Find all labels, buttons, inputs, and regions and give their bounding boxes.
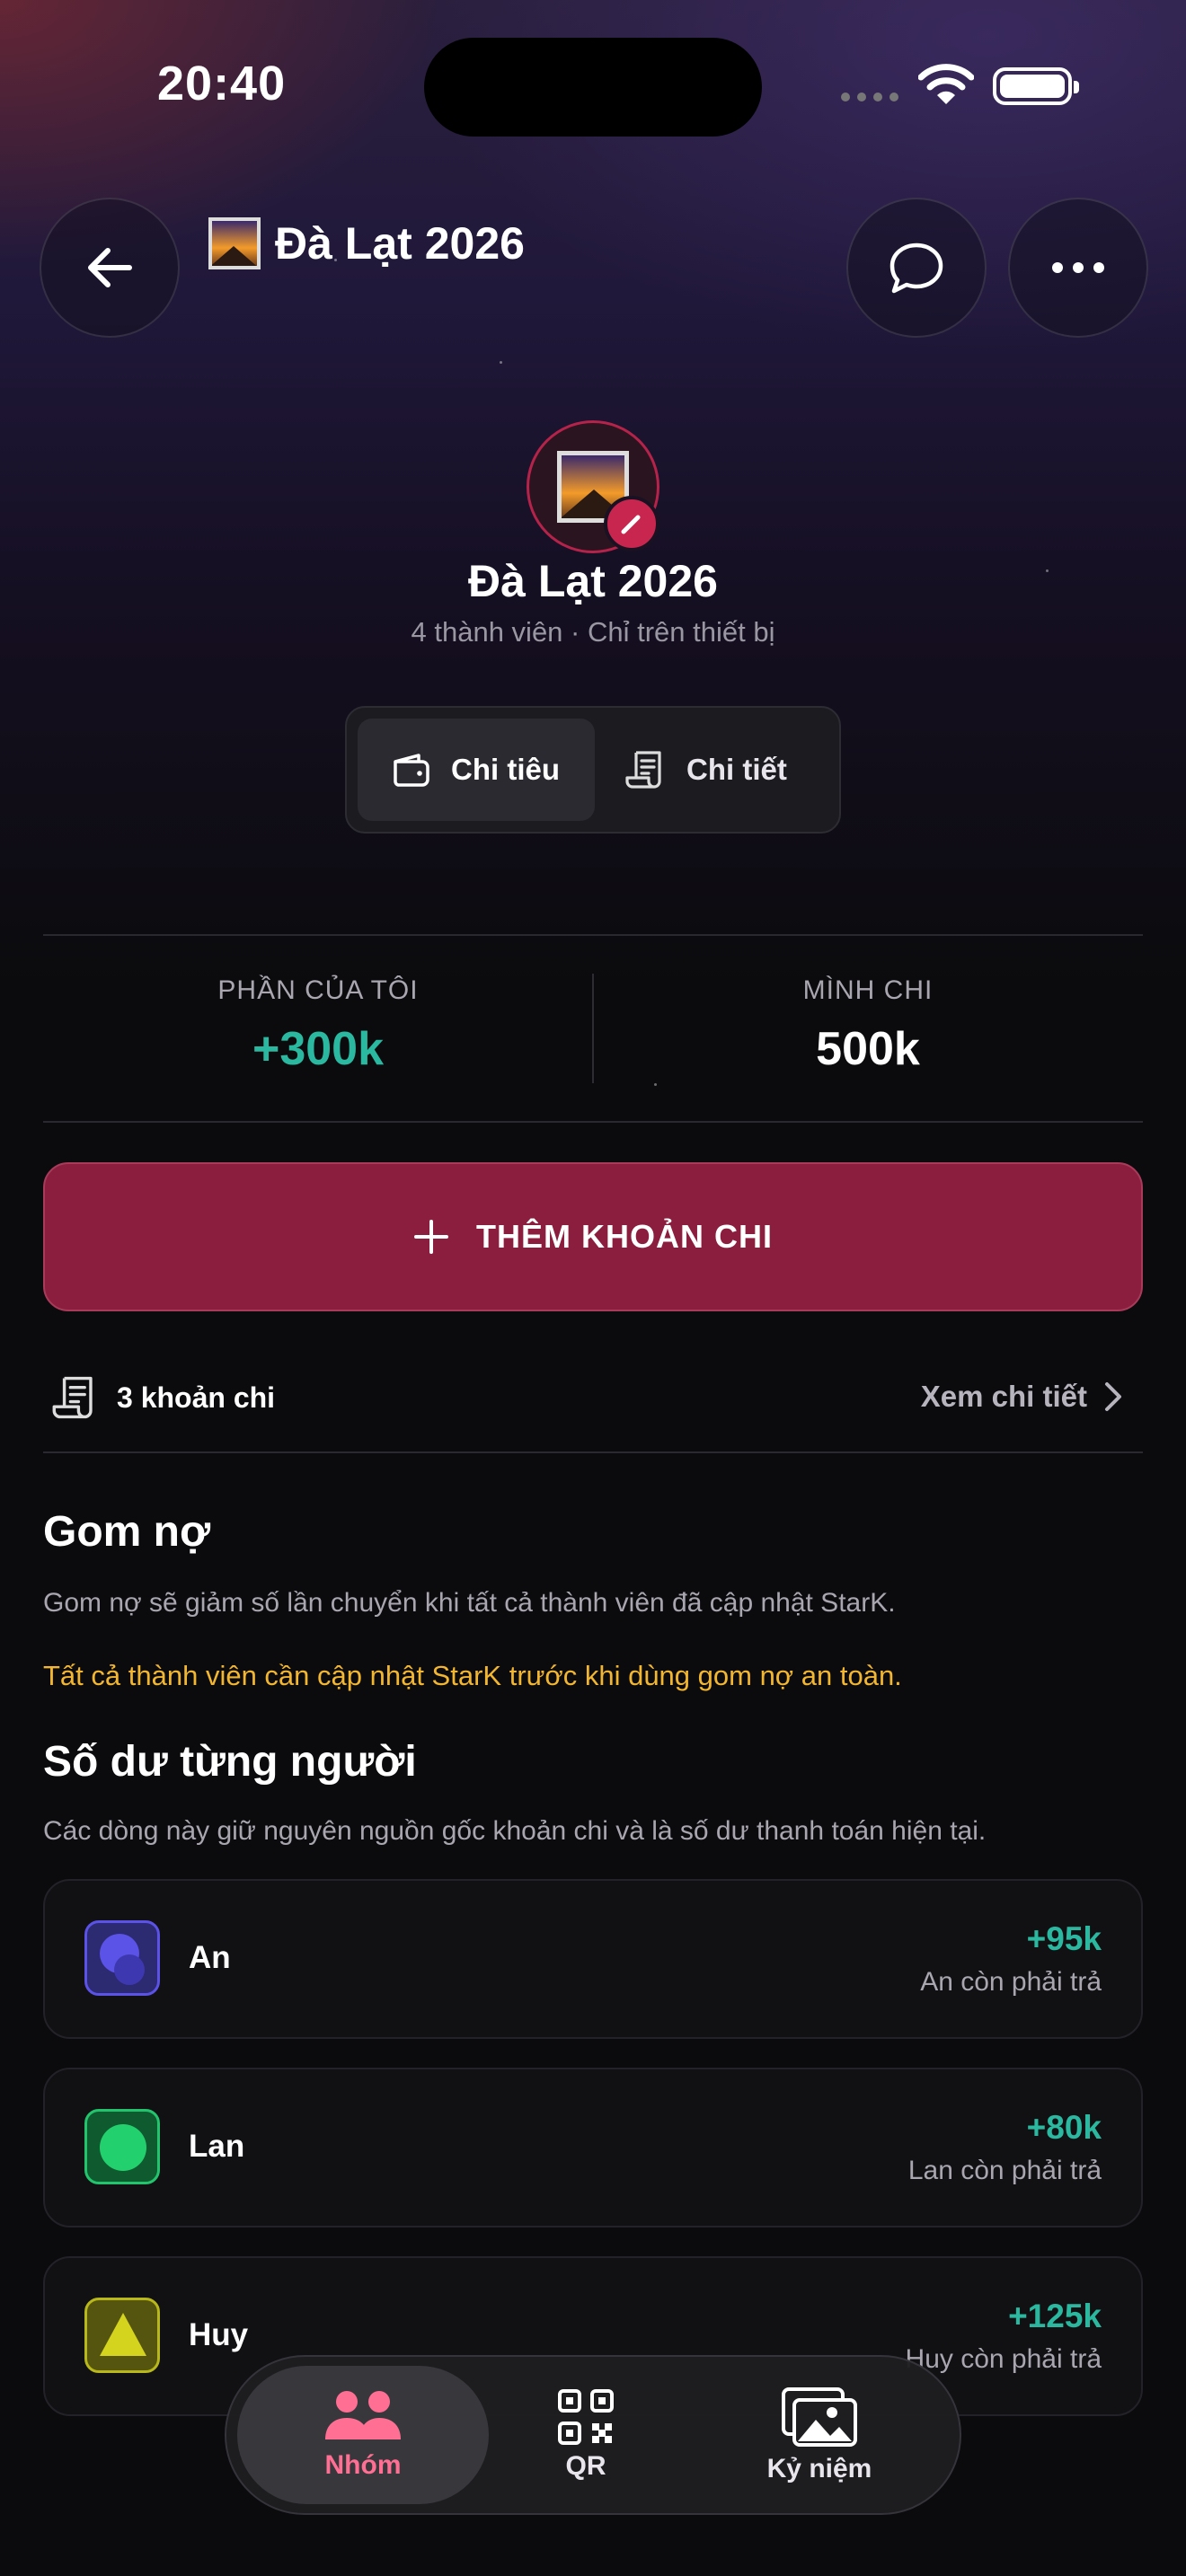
tab-group[interactable]: Nhóm [237, 2366, 489, 2504]
balances-description: Các dòng này giữ nguyên nguồn gốc khoản … [43, 1816, 987, 1846]
qr-code-icon [558, 2389, 614, 2445]
tab-memories[interactable]: Kỷ niệm [712, 2366, 927, 2504]
edit-avatar-button[interactable] [604, 496, 659, 551]
dynamic-island [424, 38, 762, 137]
member-name: Lan [189, 2129, 245, 2164]
see-details-label: Xem chi tiết [920, 1380, 1087, 1413]
header-title-group: Đà Lạt 2026 [208, 217, 525, 269]
member-name: An [189, 1940, 231, 1975]
group-subtitle: 4 thành viên · Chỉ trên thiết bị [411, 616, 775, 648]
my-share-label: PHẦN CỦA TÔI [217, 975, 419, 1005]
arrow-left-icon [88, 248, 132, 287]
member-amount: +95k [1026, 1920, 1102, 1957]
my-share-stat: PHẦN CỦA TÔI +300k [43, 975, 593, 1076]
divider [43, 1451, 1143, 1453]
ellipsis-icon [1052, 262, 1104, 273]
tab-qr[interactable]: QR [514, 2366, 658, 2504]
member-note: Lan còn phải trả [907, 2156, 1102, 2185]
see-details-link[interactable]: Xem chi tiết [921, 1380, 1123, 1414]
member-note: Huy còn phải trả [905, 2344, 1102, 2374]
chat-bubble-icon [890, 243, 943, 294]
member-amount: +125k [1008, 2298, 1102, 2334]
status-time: 20:40 [157, 57, 287, 110]
member-avatar [84, 2298, 160, 2373]
receipt-icon [52, 1376, 93, 1419]
member-amount: +80k [1026, 2109, 1102, 2146]
i-paid-value: 500k [816, 1023, 920, 1075]
wallet-icon [394, 754, 429, 787]
segment-details[interactable]: Chi tiết [625, 719, 823, 821]
wifi-icon [918, 64, 974, 104]
receipt-icon [625, 751, 661, 789]
member-note: An còn phải trả [920, 1967, 1102, 1997]
cellular-signal-icon [841, 93, 898, 101]
battery-icon [993, 67, 1079, 105]
pencil-icon [621, 515, 641, 534]
picture-icon [208, 217, 261, 269]
chevron-right-icon [1105, 1382, 1121, 1411]
header-title: Đà Lạt 2026 [275, 218, 525, 269]
consolidate-description: Gom nợ sẽ giảm số lần chuyển khi tất cả … [43, 1588, 896, 1618]
segment-expenses[interactable]: Chi tiêu [358, 719, 595, 821]
segment-expenses-label: Chi tiêu [451, 753, 560, 786]
add-expense-label: THÊM KHOẢN CHI [476, 1218, 773, 1255]
segment-details-label: Chi tiết [686, 753, 787, 786]
photos-icon [782, 2387, 857, 2447]
tab-qr-label: QR [565, 2451, 606, 2481]
tab-group-label: Nhóm [324, 2450, 402, 2480]
plus-icon [414, 1220, 448, 1254]
i-paid-label: MÌNH CHI [802, 975, 934, 1005]
balances-title: Số dư từng người [43, 1738, 417, 1786]
member-avatar [84, 2109, 160, 2184]
group-icon [325, 2391, 401, 2439]
expense-count: 3 khoản chi [52, 1374, 275, 1421]
view-segmented-control: Chi tiêu Chi tiết [345, 706, 841, 834]
member-avatar [84, 1920, 160, 1996]
add-expense-button[interactable]: THÊM KHOẢN CHI [43, 1162, 1143, 1311]
member-balance-card[interactable]: Lan +80k Lan còn phải trả [43, 2068, 1143, 2228]
member-name: Huy [189, 2317, 249, 2352]
consolidate-warning: Tất cả thành viên cần cập nhật StarK trư… [43, 1660, 902, 1691]
my-share-value: +300k [252, 1023, 385, 1075]
group-name: Đà Lạt 2026 [468, 556, 718, 606]
bottom-tab-bar: Nhóm QR Kỷ niệm [225, 2355, 961, 2515]
i-paid-stat: MÌNH CHI 500k [593, 975, 1143, 1076]
consolidate-title: Gom nợ [43, 1508, 211, 1556]
divider [43, 1121, 1143, 1123]
back-button[interactable] [40, 198, 180, 338]
more-options-button[interactable] [1008, 198, 1148, 338]
expense-count-label: 3 khoản chi [117, 1381, 276, 1414]
chat-button[interactable] [846, 198, 987, 338]
divider [43, 934, 1143, 936]
tab-memories-label: Kỷ niệm [766, 2454, 872, 2483]
member-balance-card[interactable]: An +95k An còn phải trả [43, 1879, 1143, 2039]
